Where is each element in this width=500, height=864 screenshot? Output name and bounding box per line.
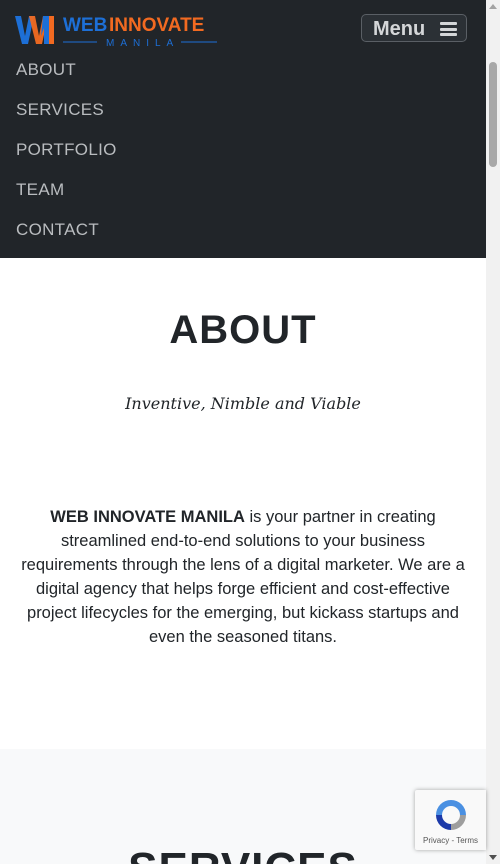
nav-item-contact[interactable]: CONTACT — [16, 216, 117, 256]
about-body-text: is your partner in creating streamlined … — [21, 507, 465, 646]
recaptcha-terms-link[interactable]: Terms — [456, 836, 478, 845]
nav-item-services[interactable]: SERVICES — [16, 96, 117, 136]
site-logo[interactable]: WEB INNOVATE MANILA — [15, 12, 220, 48]
about-body: WEB INNOVATE MANILA is your partner in c… — [18, 505, 468, 649]
logo-word-innovate: INNOVATE — [109, 15, 204, 36]
hamburger-icon — [440, 22, 457, 36]
about-section: ABOUT Inventive, Nimble and Viable WEB I… — [0, 258, 486, 749]
services-section: SERVICES — [0, 749, 486, 864]
scrollbar-thumb[interactable] — [489, 62, 497, 167]
recaptcha-logo-icon — [436, 800, 466, 830]
recaptcha-legal: Privacy - Terms — [415, 836, 486, 845]
about-subtitle: Inventive, Nimble and Viable — [125, 394, 361, 413]
services-heading: SERVICES — [0, 844, 486, 864]
nav-menu: ABOUT SERVICES PORTFOLIO TEAM CONTACT — [16, 56, 117, 256]
scroll-down-arrow-icon[interactable] — [489, 855, 497, 860]
menu-toggle-button[interactable]: Menu — [361, 14, 467, 42]
about-heading: ABOUT — [169, 308, 317, 352]
logo-sub-manila: MANILA — [106, 38, 179, 48]
scroll-up-arrow-icon[interactable] — [489, 4, 497, 9]
page-scrollbar[interactable] — [486, 0, 500, 864]
top-navbar: WEB INNOVATE MANILA Menu ABOUT SERVICES … — [0, 0, 486, 258]
about-body-company: WEB INNOVATE MANILA — [50, 507, 245, 526]
menu-label: Menu — [373, 18, 426, 40]
logo-word-web: WEB — [63, 15, 107, 36]
nav-item-portfolio[interactable]: PORTFOLIO — [16, 136, 117, 176]
recaptcha-badge[interactable]: Privacy - Terms — [415, 790, 486, 850]
nav-item-team[interactable]: TEAM — [16, 176, 117, 216]
recaptcha-privacy-link[interactable]: Privacy — [423, 836, 449, 845]
nav-item-about[interactable]: ABOUT — [16, 56, 117, 96]
